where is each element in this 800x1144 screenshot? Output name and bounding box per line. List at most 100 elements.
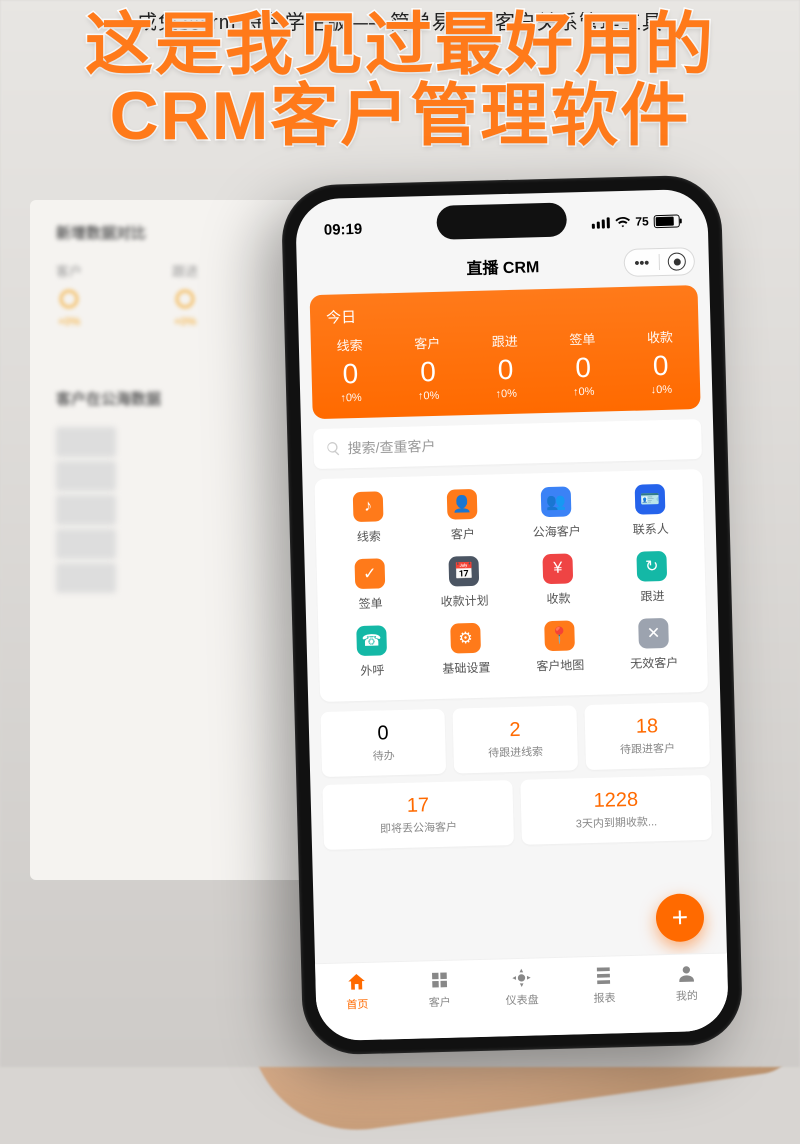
today-metric[interactable]: 收款 0 ↓0%	[621, 326, 700, 397]
today-summary-card[interactable]: 今日 线索 0 ↑0%客户 0 ↑0%跟进 0 ↑0%签单 0 ↑0%收款 0	[310, 285, 701, 419]
tab-icon	[675, 962, 698, 985]
feature-label: 外呼	[325, 660, 419, 679]
today-metric[interactable]: 签单 0 ↑0%	[543, 328, 622, 399]
todo-card[interactable]: 17 即将丢公海客户	[322, 780, 514, 850]
todo-label: 3天内到期收款...	[525, 812, 707, 833]
tab-label: 首页	[316, 995, 399, 1013]
search-input[interactable]: 搜索/查重客户	[313, 419, 702, 469]
feature-icon: ¥	[542, 553, 573, 584]
more-button[interactable]: •••	[624, 249, 659, 276]
metric-value: 0	[389, 355, 467, 389]
feature-label: 线索	[322, 526, 416, 545]
feature-label: 收款	[511, 589, 605, 608]
feature-公海客户[interactable]: 👥 公海客户	[509, 486, 605, 555]
tab-label: 客户	[398, 993, 481, 1011]
todo-label: 待跟进线索	[457, 742, 573, 761]
todo-label: 即将丢公海客户	[327, 817, 509, 838]
todo-grid: 0 待办2 待跟进线索18 待跟进客户17 即将丢公海客户1228 3天内到期收…	[320, 702, 711, 850]
feature-客户地图[interactable]: 📍 客户地图	[512, 620, 608, 689]
tab-我的[interactable]: 我的	[645, 953, 729, 1018]
feature-收款[interactable]: ¥ 收款	[510, 553, 606, 622]
wifi-icon	[614, 214, 630, 230]
feature-label: 联系人	[604, 519, 698, 538]
add-fab[interactable]: +	[655, 893, 704, 942]
feature-label: 客户	[416, 524, 510, 543]
feature-grid: ♪ 线索👤 客户👥 公海客户🪪 联系人✓ 签单📅 收款计划¥ 收款↻ 跟	[314, 469, 708, 702]
feature-icon: 👥	[541, 486, 572, 517]
metric-value: 0	[622, 349, 700, 383]
today-metric[interactable]: 客户 0 ↑0%	[388, 332, 467, 403]
metric-pct: ↑0%	[312, 391, 390, 405]
battery-level: 75	[635, 214, 649, 228]
metric-name: 线索	[311, 334, 389, 355]
todo-card[interactable]: 2 待跟进线索	[452, 705, 578, 773]
metric-pct: ↓0%	[622, 383, 700, 397]
feature-icon: 👤	[447, 489, 478, 520]
today-metric[interactable]: 线索 0 ↑0%	[311, 334, 390, 405]
plus-icon: +	[671, 903, 688, 931]
tab-label: 我的	[645, 986, 728, 1004]
feature-icon: ✓	[354, 558, 385, 589]
feature-签单[interactable]: ✓ 签单	[322, 557, 418, 626]
todo-count: 0	[325, 721, 442, 747]
todo-card[interactable]: 0 待办	[320, 709, 446, 777]
metric-name: 收款	[621, 326, 699, 347]
feature-外呼[interactable]: ☎ 外呼	[324, 624, 420, 693]
today-metric[interactable]: 跟进 0 ↑0%	[466, 330, 545, 401]
todo-count: 17	[327, 792, 510, 820]
tab-bar: 首页 客户 仪表盘 报表 我的	[315, 952, 729, 1041]
feature-icon: ↻	[636, 551, 667, 582]
phone-frame: 09:19 75 直播 CRM ••• 今日 线索 0 ↑0%客户	[281, 174, 744, 1055]
tab-icon	[428, 969, 451, 992]
feature-label: 跟进	[605, 586, 699, 605]
miniprogram-controls: •••	[623, 247, 695, 277]
search-icon	[325, 440, 341, 456]
feature-icon: ⚙	[450, 623, 481, 654]
tab-label: 报表	[563, 989, 646, 1007]
feature-label: 无效客户	[607, 653, 701, 672]
feature-icon: ✕	[638, 618, 669, 649]
bg-stat: 客户 +0%	[56, 261, 82, 328]
bg-stat: 跟进 +0%	[172, 261, 198, 328]
phone-screen: 09:19 75 直播 CRM ••• 今日 线索 0 ↑0%客户	[295, 189, 729, 1041]
feature-icon: ♪	[353, 491, 384, 522]
todo-card[interactable]: 1228 3天内到期收款...	[520, 775, 712, 845]
phone-notch	[436, 202, 567, 239]
feature-跟进[interactable]: ↻ 跟进	[604, 550, 700, 619]
feature-label: 基础设置	[419, 658, 513, 677]
feature-基础设置[interactable]: ⚙ 基础设置	[418, 622, 514, 691]
feature-icon: 📍	[544, 620, 575, 651]
todo-label: 待跟进客户	[589, 739, 705, 758]
tab-仪表盘[interactable]: 仪表盘	[480, 958, 564, 1023]
tab-icon	[510, 967, 533, 990]
metric-pct: ↑0%	[545, 385, 623, 399]
metric-value: 0	[311, 357, 389, 391]
tab-客户[interactable]: 客户	[397, 960, 481, 1025]
search-placeholder: 搜索/查重客户	[347, 436, 435, 458]
feature-label: 客户地图	[513, 656, 607, 675]
tab-报表[interactable]: 报表	[562, 956, 646, 1021]
metric-name: 签单	[543, 328, 621, 349]
metric-name: 跟进	[466, 330, 544, 351]
feature-收款计划[interactable]: 📅 收款计划	[416, 555, 512, 624]
feature-客户[interactable]: 👤 客户	[415, 488, 511, 557]
feature-icon: ☎	[356, 625, 387, 656]
feature-icon: 📅	[448, 556, 479, 587]
tab-首页[interactable]: 首页	[315, 962, 399, 1027]
todo-card[interactable]: 18 待跟进客户	[584, 702, 710, 770]
close-button[interactable]	[659, 248, 694, 275]
feature-无效客户[interactable]: ✕ 无效客户	[606, 617, 702, 686]
status-time: 09:19	[324, 220, 363, 238]
todo-count: 2	[457, 717, 574, 743]
battery-icon	[654, 214, 680, 228]
metric-name: 客户	[388, 332, 466, 353]
promo-title: 这是我见过最好用的 CRM客户管理软件	[0, 10, 800, 153]
feature-线索[interactable]: ♪ 线索	[321, 491, 417, 560]
tab-icon	[345, 971, 368, 994]
feature-联系人[interactable]: 🪪 联系人	[603, 483, 699, 552]
metric-pct: ↑0%	[390, 389, 468, 403]
metric-pct: ↑0%	[467, 387, 545, 401]
todo-label: 待办	[325, 746, 441, 765]
feature-icon: 🪪	[635, 484, 666, 515]
tab-label: 仪表盘	[481, 991, 564, 1009]
